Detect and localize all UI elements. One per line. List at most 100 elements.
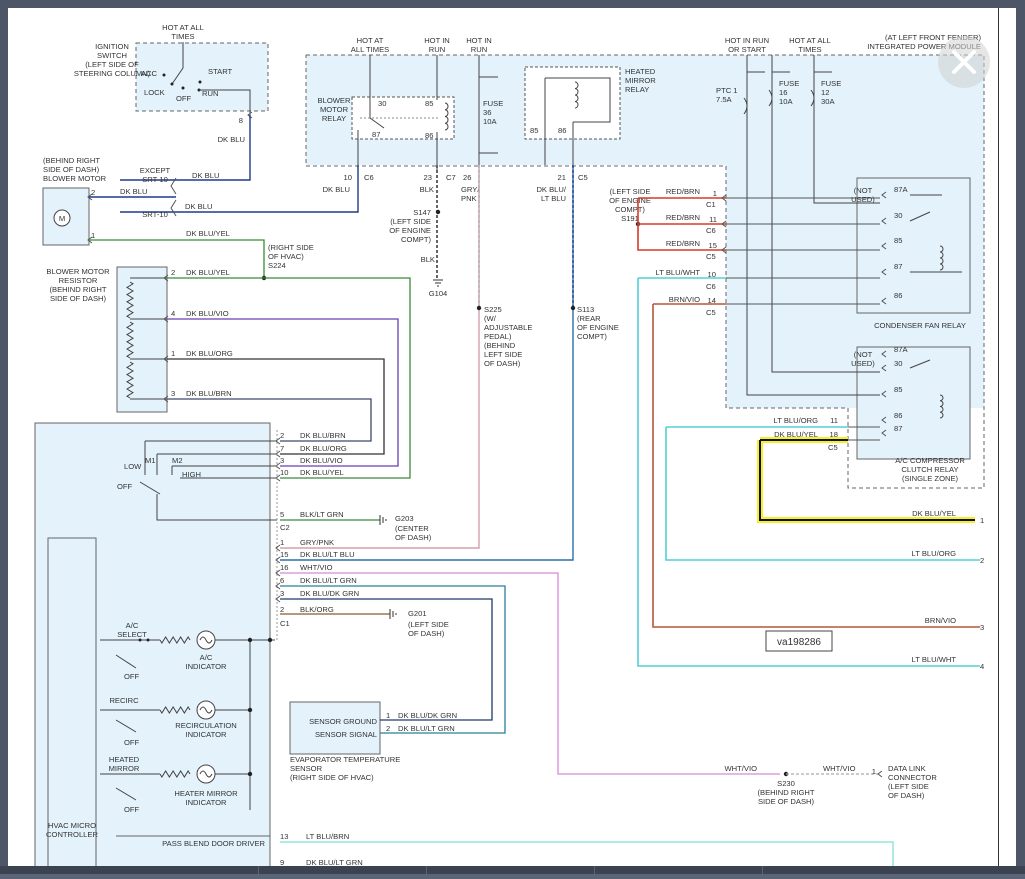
ltbluwht-pin: 10 xyxy=(708,270,716,279)
data-link-connector-label: (LEFT SIDE xyxy=(888,782,929,791)
hot-all-times-1: ALL TIMES xyxy=(351,45,389,54)
red-wire-label: RED/BRN xyxy=(666,239,700,248)
cond-pin: 30 xyxy=(894,211,902,220)
output-wire-label: LT BLU/WHT xyxy=(912,655,957,664)
ltblubrn-wire xyxy=(280,841,894,866)
ac-indicator-label: INDICATOR xyxy=(185,662,227,671)
s147-label: (LEFT SIDE xyxy=(390,217,431,226)
s230-label: (BEHIND RIGHT xyxy=(758,788,815,797)
ac-indicator-lamp xyxy=(196,630,216,650)
s225-label: ADJUSTABLE xyxy=(484,323,532,332)
except-srt10: SRT-10 xyxy=(142,175,168,184)
s191-label: COMPT) xyxy=(615,205,645,214)
bus-dot xyxy=(247,637,253,643)
ignition-switch-label: IGNITION xyxy=(95,42,129,51)
evap-sensor-label: (RIGHT SIDE OF HVAC) xyxy=(290,773,374,782)
fuse12-label: 12 xyxy=(821,88,829,97)
diagram-id: va198286 xyxy=(777,637,821,648)
cond-pin: 85 xyxy=(894,236,902,245)
dlc-pin-mark xyxy=(877,770,883,778)
ltblubrn-label: LT BLU/BRN xyxy=(306,832,349,841)
lower-pin: 6 xyxy=(280,576,284,585)
g201-ground-icon xyxy=(389,609,397,619)
hvac-pin-wire: DK BLU/VIO xyxy=(300,456,343,465)
g104-label: G104 xyxy=(429,289,448,298)
red-conn: C5 xyxy=(706,252,716,261)
ac-not-used: (NOT xyxy=(854,350,873,359)
fuse16-label: 10A xyxy=(779,97,793,106)
evap-p1: 1 xyxy=(386,711,390,720)
brnvio-pin: 14 xyxy=(708,296,716,305)
red-conn: C6 xyxy=(706,226,716,235)
wiring-diagram-sheet: HOT AT ALL TIMES IGNITION SWITCH (LEFT SIDE … xyxy=(8,8,1016,874)
brnvio-conn: C5 xyxy=(706,308,716,317)
wire-grypnk: PNK xyxy=(461,194,477,203)
output-number: 4 xyxy=(980,662,984,671)
res-pin: 3 xyxy=(171,389,175,398)
output-number: 3 xyxy=(980,623,984,632)
motor-m: M xyxy=(59,214,65,223)
output-number: 1 xyxy=(980,516,984,525)
data-link-connector-label: DATA LINK xyxy=(888,764,926,773)
conn-c6: C6 xyxy=(364,173,374,182)
hot-in-run-1: RUN xyxy=(429,45,445,54)
blower-relay-box xyxy=(351,96,455,140)
s191-label: S191 xyxy=(621,214,639,223)
s191-label: (LEFT SIDE xyxy=(610,187,651,196)
acc-label: ACC xyxy=(141,69,158,78)
output-wire-label: DK BLU/YEL xyxy=(912,509,956,518)
hmirror-indicator-lamp xyxy=(196,764,216,784)
s147-label: COMPT) xyxy=(401,235,431,244)
g104-ground-icon xyxy=(433,279,443,287)
ac-relay-label: A/C COMPRESSOR xyxy=(895,456,965,465)
cond-pin: 87A xyxy=(894,185,908,194)
ignition-header: TIMES xyxy=(171,32,194,41)
cond-pin: 87 xyxy=(894,262,902,271)
hot-run-start: OR START xyxy=(728,45,766,54)
s113-label: COMPT) xyxy=(577,332,607,341)
lock-contact xyxy=(170,82,174,86)
s147-label: OF ENGINE xyxy=(389,226,431,235)
s225-label: (W/ xyxy=(484,314,497,323)
blower-resistor-label: SIDE OF DASH) xyxy=(50,294,107,303)
pin-13: 13 xyxy=(280,832,288,841)
fuse12-label: 30A xyxy=(821,97,835,106)
lower-wire: DK BLU/LT GRN xyxy=(300,576,357,585)
ptc-label: PTC 1 xyxy=(716,86,738,95)
wire-dkbluLtblu: DK BLU/ xyxy=(536,185,566,194)
s113-label: (REAR xyxy=(577,314,601,323)
hot-all-times-1: HOT AT xyxy=(357,36,384,45)
acc-contact xyxy=(162,73,166,77)
recirc-off: OFF xyxy=(124,738,140,747)
start-label: START xyxy=(208,67,233,76)
g201-wire: BLK/ORG xyxy=(300,605,334,614)
motor-dkblu-label: DK BLU xyxy=(120,187,147,196)
g201-conn: C1 xyxy=(280,619,290,628)
blower-resistor-label: RESISTOR xyxy=(59,276,98,285)
heater-mirror-indicator-label: INDICATOR xyxy=(185,798,227,807)
g201-pin: 2 xyxy=(280,605,284,614)
ac-relay-label: (SINGLE ZONE) xyxy=(902,474,959,483)
g203-loc: OF DASH) xyxy=(395,533,432,542)
hvac-pin-wire: DK BLU/BRN xyxy=(300,431,346,440)
fuse16-label: FUSE xyxy=(779,79,799,88)
start-contact xyxy=(198,80,202,84)
blower-motor-loc: (BEHIND RIGHT xyxy=(43,156,100,165)
res-wire: DK BLU/YEL xyxy=(186,268,230,277)
dkblu-label: DK BLU xyxy=(218,135,245,144)
blower-resistor-label: (BEHIND RIGHT xyxy=(50,285,107,294)
evap-sensor-label: SENSOR xyxy=(290,764,323,773)
ac-pin: 30 xyxy=(894,359,902,368)
ac-off: OFF xyxy=(124,672,140,681)
grypnk-wire xyxy=(280,165,480,549)
s230-label: S230 xyxy=(777,779,795,788)
fuse36-label: FUSE xyxy=(483,99,503,108)
s147-splice xyxy=(435,209,441,215)
s147-label: S147 xyxy=(413,208,431,217)
hot-in-run-2: RUN xyxy=(471,45,487,54)
lower-wire: GRY/PNK xyxy=(300,538,334,547)
motor-dkbluyel-label: DK BLU/YEL xyxy=(186,229,230,238)
mirror-relay-label: MIRROR xyxy=(625,76,656,85)
ac-pin: 87A xyxy=(894,345,908,354)
close-button[interactable] xyxy=(938,36,990,88)
